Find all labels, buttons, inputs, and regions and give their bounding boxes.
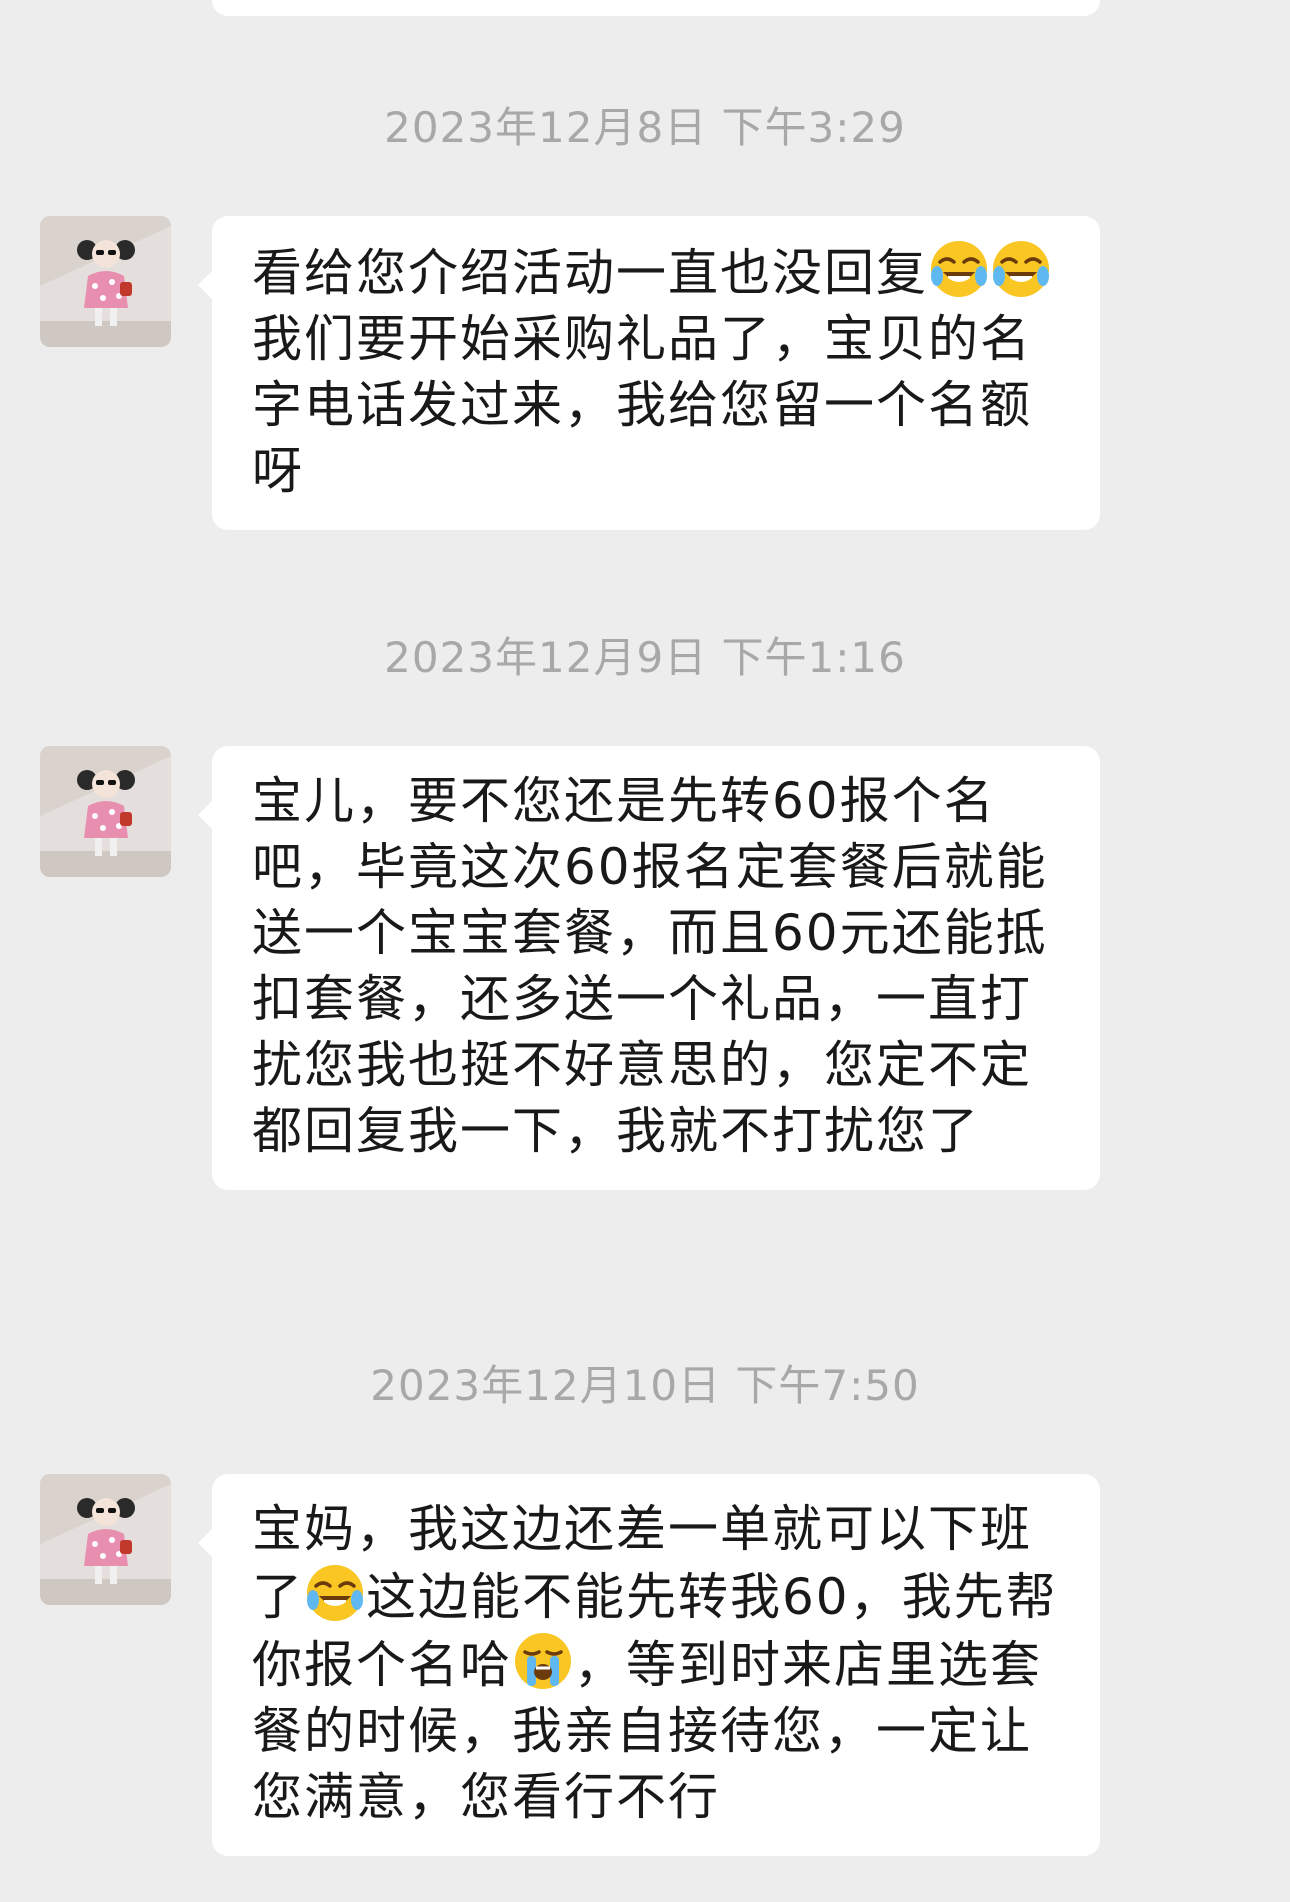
previous-message-bubble xyxy=(212,0,1100,16)
message-bubble[interactable]: 宝妈，我这边还差一单就可以下班了 这边能不能先转我60，我先帮你报个名哈 ，等到时来… xyxy=(198,1474,1100,1856)
message-text-segment: 宝儿，要不您还是先转60报个名吧，毕竟这次60报名定套餐后就能送一个宝宝套餐，而… xyxy=(252,772,1048,1160)
message-timestamp: 2023年12月8日 下午3:29 xyxy=(384,103,906,152)
message-timestamp: 2023年12月9日 下午1:16 xyxy=(384,633,906,682)
message-bubble[interactable]: 宝儿，要不您还是先转60报个名吧，毕竟这次60报名定套餐后就能送一个宝宝套餐，而… xyxy=(198,746,1100,1190)
crying-emoji-icon xyxy=(512,1630,574,1692)
message-timestamp: 2023年12月10日 下午7:50 xyxy=(370,1361,920,1410)
avatar-image xyxy=(40,746,171,877)
contact-avatar[interactable] xyxy=(40,216,171,347)
laughing-tears-emoji-icon xyxy=(990,238,1052,300)
message-text: 宝妈，我这边还差一单就可以下班了 这边能不能先转我60，我先帮你报个名哈 ，等到时来… xyxy=(252,1496,1062,1830)
avatar-image xyxy=(40,216,171,347)
message-text-segment: 看给您介绍活动一直也没回复 xyxy=(252,244,928,302)
contact-avatar[interactable] xyxy=(40,746,171,877)
laughing-tears-emoji-icon xyxy=(304,1562,366,1624)
message-text: 宝儿，要不您还是先转60报个名吧，毕竟这次60报名定套餐后就能送一个宝宝套餐，而… xyxy=(252,768,1062,1164)
contact-avatar[interactable] xyxy=(40,1474,171,1605)
message-text: 看给您介绍活动一直也没回复我们要开始采购礼品了，宝贝的名字电话发过来，我给您留一… xyxy=(252,238,1062,504)
message-bubble[interactable]: 看给您介绍活动一直也没回复我们要开始采购礼品了，宝贝的名字电话发过来，我给您留一… xyxy=(198,216,1100,530)
message-text-segment: 我们要开始采购礼品了，宝贝的名字电话发过来，我给您留一个名额呀 xyxy=(252,310,1032,500)
avatar-image xyxy=(40,1474,171,1605)
laughing-tears-emoji-icon xyxy=(928,238,990,300)
